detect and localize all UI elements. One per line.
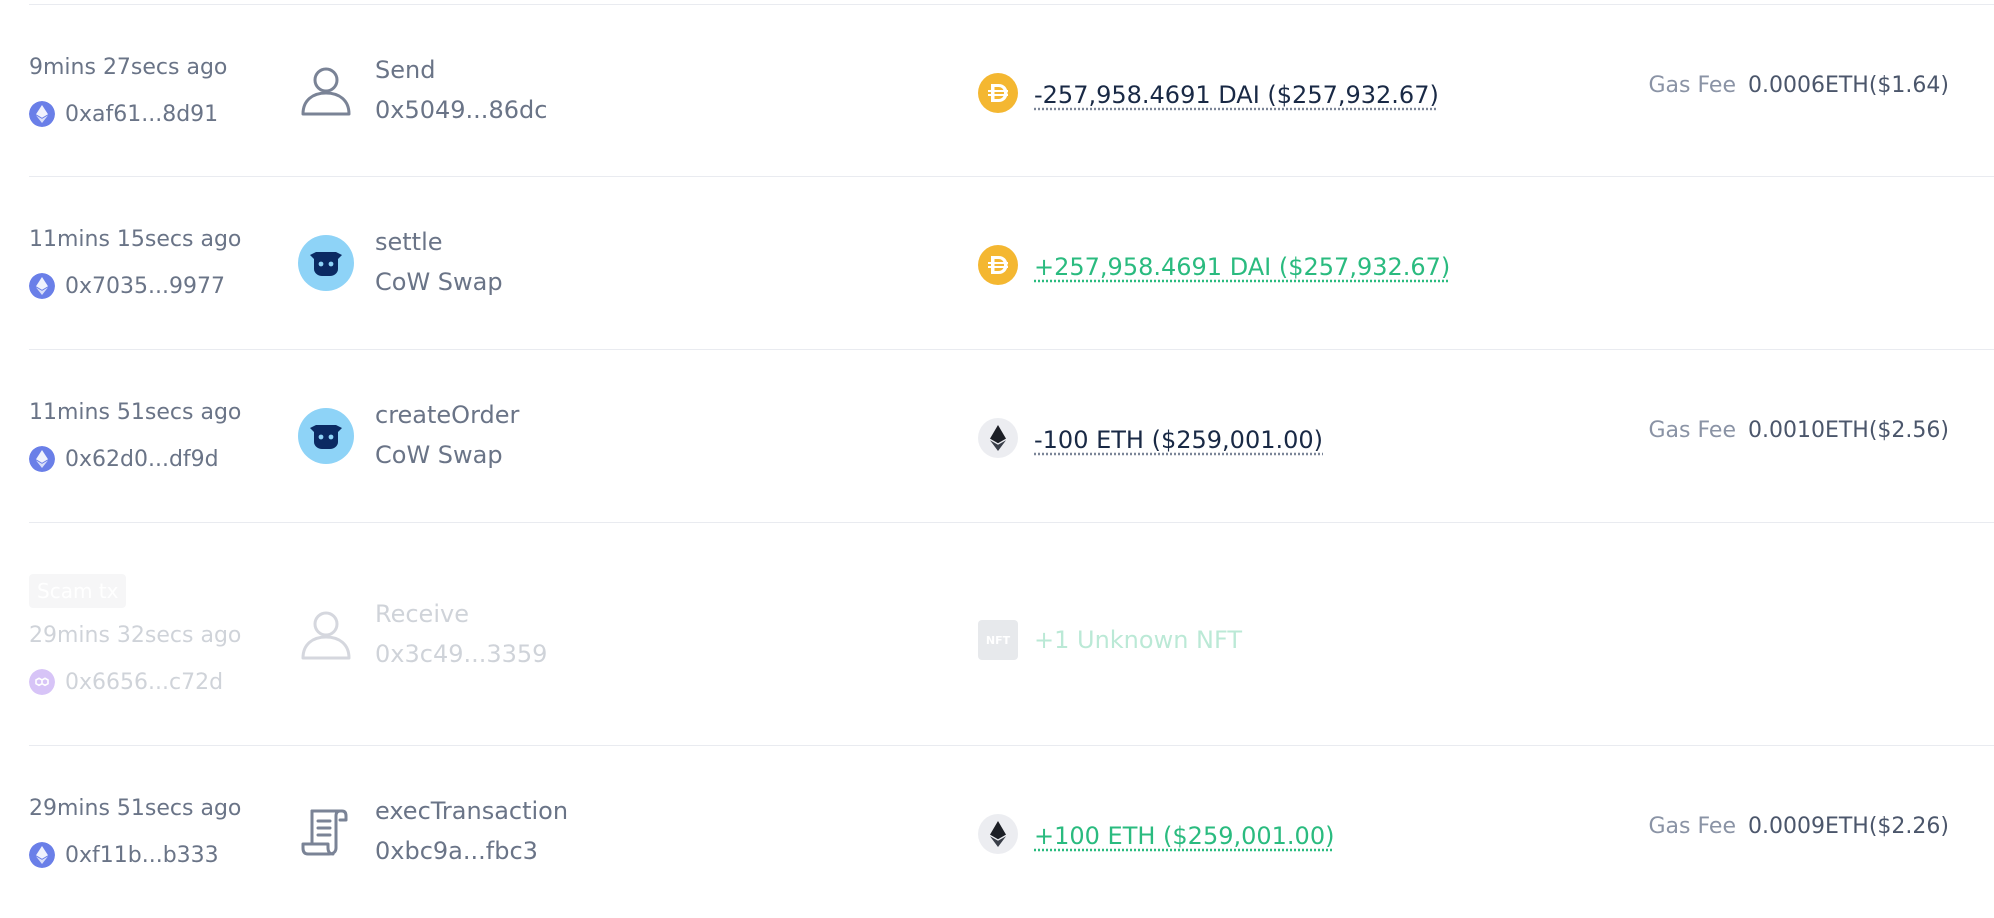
tx-counterparty[interactable]: 0x5049...86dc xyxy=(375,96,547,124)
tx-time: 29mins 32secs ago xyxy=(29,623,242,648)
ethereum-chain-icon xyxy=(29,842,55,868)
nft-icon: NFT xyxy=(978,620,1018,660)
tx-hash[interactable]: 0x7035...9977 xyxy=(65,274,225,299)
gas-fee-value: 0.0006ETH($1.64) xyxy=(1747,73,1949,98)
tx-time: 9mins 27secs ago xyxy=(29,55,228,80)
tx-action: Send xyxy=(375,56,436,84)
polygon-chain-icon xyxy=(29,669,55,695)
tx-action: createOrder xyxy=(375,401,520,429)
cow-swap-icon xyxy=(298,408,354,464)
tx-hash-link[interactable]: 0xf11b...b333 xyxy=(29,842,219,868)
gas-fee: Gas Fee 0.0010ETH($2.56) xyxy=(1648,418,1949,443)
tx-hash-link[interactable]: 0x7035...9977 xyxy=(29,273,225,299)
ethereum-chain-icon xyxy=(29,446,55,472)
user-icon xyxy=(301,611,351,660)
gas-fee-label: Gas Fee xyxy=(1648,418,1736,443)
dai-icon xyxy=(978,245,1018,285)
tx-amount[interactable]: -100 ETH ($259,001.00) xyxy=(1034,426,1323,454)
ethereum-chain-icon xyxy=(29,273,55,299)
eth-icon xyxy=(978,418,1018,458)
transaction-list: 9mins 27secs ago 0xaf61...8d91 Send 0x50… xyxy=(0,0,1994,918)
tx-time: 29mins 51secs ago xyxy=(29,796,242,821)
tx-hash[interactable]: 0xf11b...b333 xyxy=(65,843,219,868)
tx-hash[interactable]: 0xaf61...8d91 xyxy=(65,102,218,127)
gas-fee-value: 0.0010ETH($2.56) xyxy=(1747,418,1949,443)
gas-fee-label: Gas Fee xyxy=(1648,814,1736,839)
tx-amount[interactable]: +257,958.4691 DAI ($257,932.67) xyxy=(1034,253,1450,281)
gas-fee-label: Gas Fee xyxy=(1648,73,1736,98)
dai-icon xyxy=(978,73,1018,113)
contract-icon xyxy=(301,809,348,856)
transaction-row[interactable]: 11mins 51secs ago 0x62d0...df9d createOr… xyxy=(0,350,1994,523)
gas-fee: Gas Fee 0.0009ETH($2.26) xyxy=(1648,814,1949,839)
transaction-row[interactable]: 11mins 15secs ago 0x7035...9977 settle C… xyxy=(0,177,1994,350)
tx-counterparty[interactable]: CoW Swap xyxy=(375,441,503,469)
tx-amount[interactable]: -257,958.4691 DAI ($257,932.67) xyxy=(1034,81,1439,109)
gas-fee-value: 0.0009ETH($2.26) xyxy=(1747,814,1949,839)
tx-amount[interactable]: +1 Unknown NFT xyxy=(1034,626,1242,654)
gas-fee: Gas Fee 0.0006ETH($1.64) xyxy=(1648,73,1949,98)
tx-counterparty[interactable]: 0xbc9a...fbc3 xyxy=(375,837,538,865)
tx-amount[interactable]: +100 ETH ($259,001.00) xyxy=(1034,822,1334,850)
ethereum-chain-icon xyxy=(29,101,55,127)
transaction-row[interactable]: 29mins 51secs ago 0xf11b...b333 execTran… xyxy=(0,746,1994,918)
user-icon xyxy=(301,67,351,116)
cow-swap-icon xyxy=(298,235,354,291)
transaction-row[interactable]: Scam tx 29mins 32secs ago 0x6656...c72d … xyxy=(0,523,1994,746)
tx-hash-link[interactable]: 0xaf61...8d91 xyxy=(29,101,218,127)
tx-action: settle xyxy=(375,228,443,256)
tx-counterparty[interactable]: CoW Swap xyxy=(375,268,503,296)
scam-badge: Scam tx xyxy=(29,574,127,608)
tx-hash[interactable]: 0x6656...c72d xyxy=(65,670,223,695)
tx-hash-link[interactable]: 0x62d0...df9d xyxy=(29,446,219,472)
eth-icon xyxy=(978,814,1018,854)
tx-time: 11mins 15secs ago xyxy=(29,227,242,252)
transaction-row[interactable]: 9mins 27secs ago 0xaf61...8d91 Send 0x50… xyxy=(0,5,1994,177)
tx-time: 11mins 51secs ago xyxy=(29,400,242,425)
tx-action: Receive xyxy=(375,600,469,628)
tx-hash-link[interactable]: 0x6656...c72d xyxy=(29,669,223,695)
tx-counterparty[interactable]: 0x3c49...3359 xyxy=(375,640,547,668)
tx-action: execTransaction xyxy=(375,797,569,825)
tx-hash[interactable]: 0x62d0...df9d xyxy=(65,447,219,472)
